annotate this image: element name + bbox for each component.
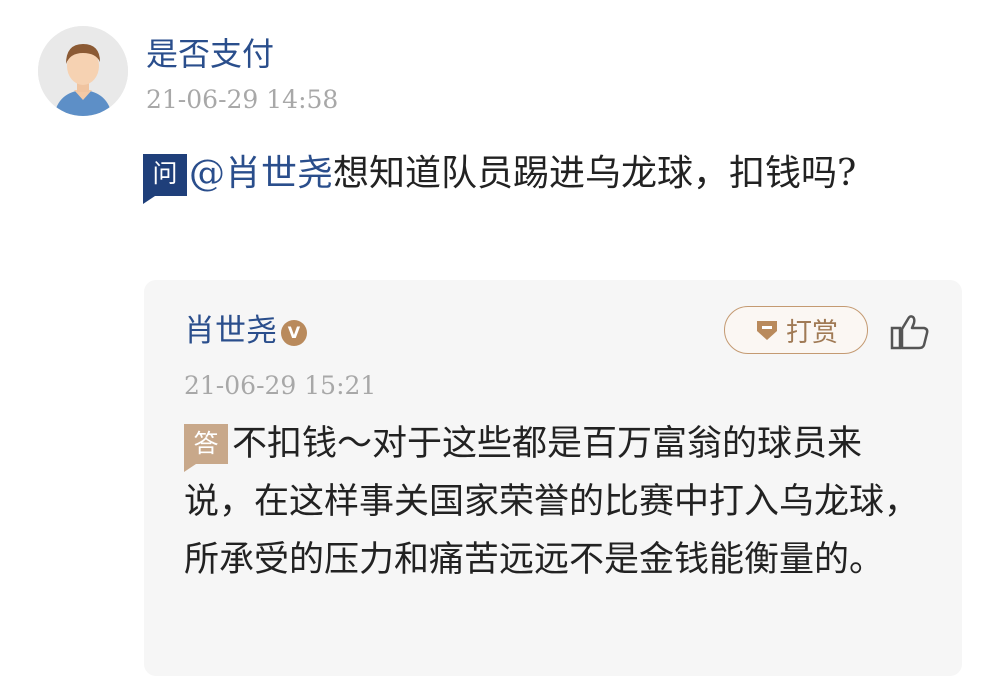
question-text-block: 问 @肖世尧想知道队员踢进乌龙球，扣钱吗?: [143, 146, 883, 204]
question-author-name[interactable]: 是否支付: [146, 32, 274, 76]
answer-badge: 答: [184, 424, 228, 472]
answerer-name[interactable]: 肖世尧: [184, 313, 277, 349]
gem-icon: [756, 321, 777, 340]
answerer-name-row: 肖世尧 V: [184, 310, 307, 352]
question-badge-label: 问: [152, 159, 178, 188]
like-button[interactable]: [888, 312, 932, 352]
reward-button[interactable]: 打赏: [724, 306, 868, 354]
default-user-avatar-icon: [38, 26, 128, 116]
answer-text: 不扣钱～对于这些都是百万富翁的球员来说，在这样事关国家荣誉的比赛中打入乌龙球，所…: [184, 424, 920, 580]
avatar[interactable]: [38, 26, 128, 116]
answer-text-block: 答不扣钱～对于这些都是百万富翁的球员来说，在这样事关国家荣誉的比赛中打入乌龙球，…: [184, 415, 929, 589]
answer-timestamp: 21-06-29 15:21: [184, 371, 377, 400]
verified-v-icon: V: [281, 320, 307, 346]
answer-badge-label: 答: [193, 429, 219, 458]
reward-button-label: 打赏: [785, 317, 838, 348]
question-badge: 问: [143, 154, 187, 204]
thumbs-up-icon: [890, 315, 929, 350]
question-timestamp: 21-06-29 14:58: [146, 85, 339, 114]
answer-card: 肖世尧 V 打赏 21-06-29 15:21 答不扣钱～对于这些都是百万富翁的球…: [144, 280, 962, 676]
mention-link[interactable]: @肖世尧: [189, 153, 333, 194]
question-text: 想知道队员踢进乌龙球，扣钱吗?: [333, 153, 857, 194]
